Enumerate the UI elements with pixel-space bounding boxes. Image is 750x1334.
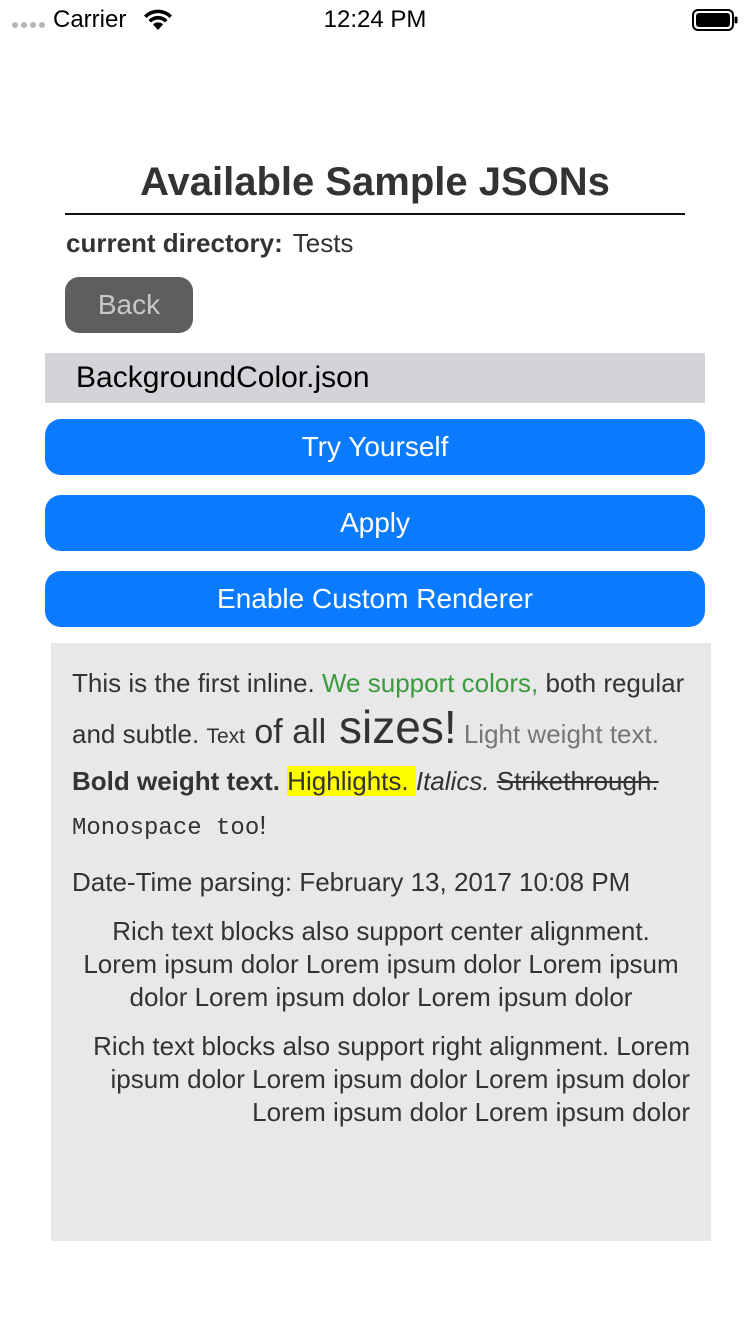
inline-space — [490, 766, 497, 796]
clock: 12:24 PM — [323, 6, 427, 33]
enable-custom-renderer-button[interactable]: Enable Custom Renderer — [45, 571, 705, 627]
page-title: Available Sample JSONs — [65, 160, 685, 215]
inline-large: all — [292, 713, 327, 751]
adaptive-card-preview: This is the first inline. We support col… — [51, 643, 711, 1241]
inline-light: Light weight text. — [456, 719, 659, 749]
inline-colored: We support colors, — [321, 668, 539, 698]
date-time-text: Date-Time parsing: February 13, 2017 10:… — [72, 867, 631, 897]
inline-plain: This is the first inline. — [72, 668, 322, 698]
try-yourself-button[interactable]: Try Yourself — [45, 419, 705, 475]
status-bar: Carrier 12:24 PM — [0, 0, 750, 40]
current-directory-label: current directory: — [66, 228, 283, 258]
current-directory: current directory: Tests — [66, 228, 353, 259]
battery-icon — [692, 9, 738, 31]
center-aligned-text: Rich text blocks also support center ali… — [83, 916, 679, 1012]
current-directory-value: Tests — [292, 228, 354, 258]
inline-medium: of — [244, 713, 293, 751]
inline-small: Text — [206, 725, 245, 748]
inline-extra-large: sizes! — [326, 701, 457, 753]
inline-bold: Bold weight text. — [72, 766, 280, 796]
right-aligned-text: Rich text blocks also support right alig… — [93, 1031, 690, 1127]
apply-button[interactable]: Apply — [45, 495, 705, 551]
inline-highlight: Highlights. — [287, 766, 416, 796]
inline-plain: ! — [259, 810, 267, 840]
rich-text-block: This is the first inline. We support col… — [72, 661, 690, 851]
back-button[interactable]: Back — [65, 277, 193, 333]
inline-italic: Italics. — [415, 766, 490, 796]
inline-monospace: Monospace too — [72, 815, 260, 842]
inline-strikethrough: Strikethrough. — [496, 766, 659, 796]
file-list-item[interactable]: BackgroundColor.json — [45, 353, 705, 403]
